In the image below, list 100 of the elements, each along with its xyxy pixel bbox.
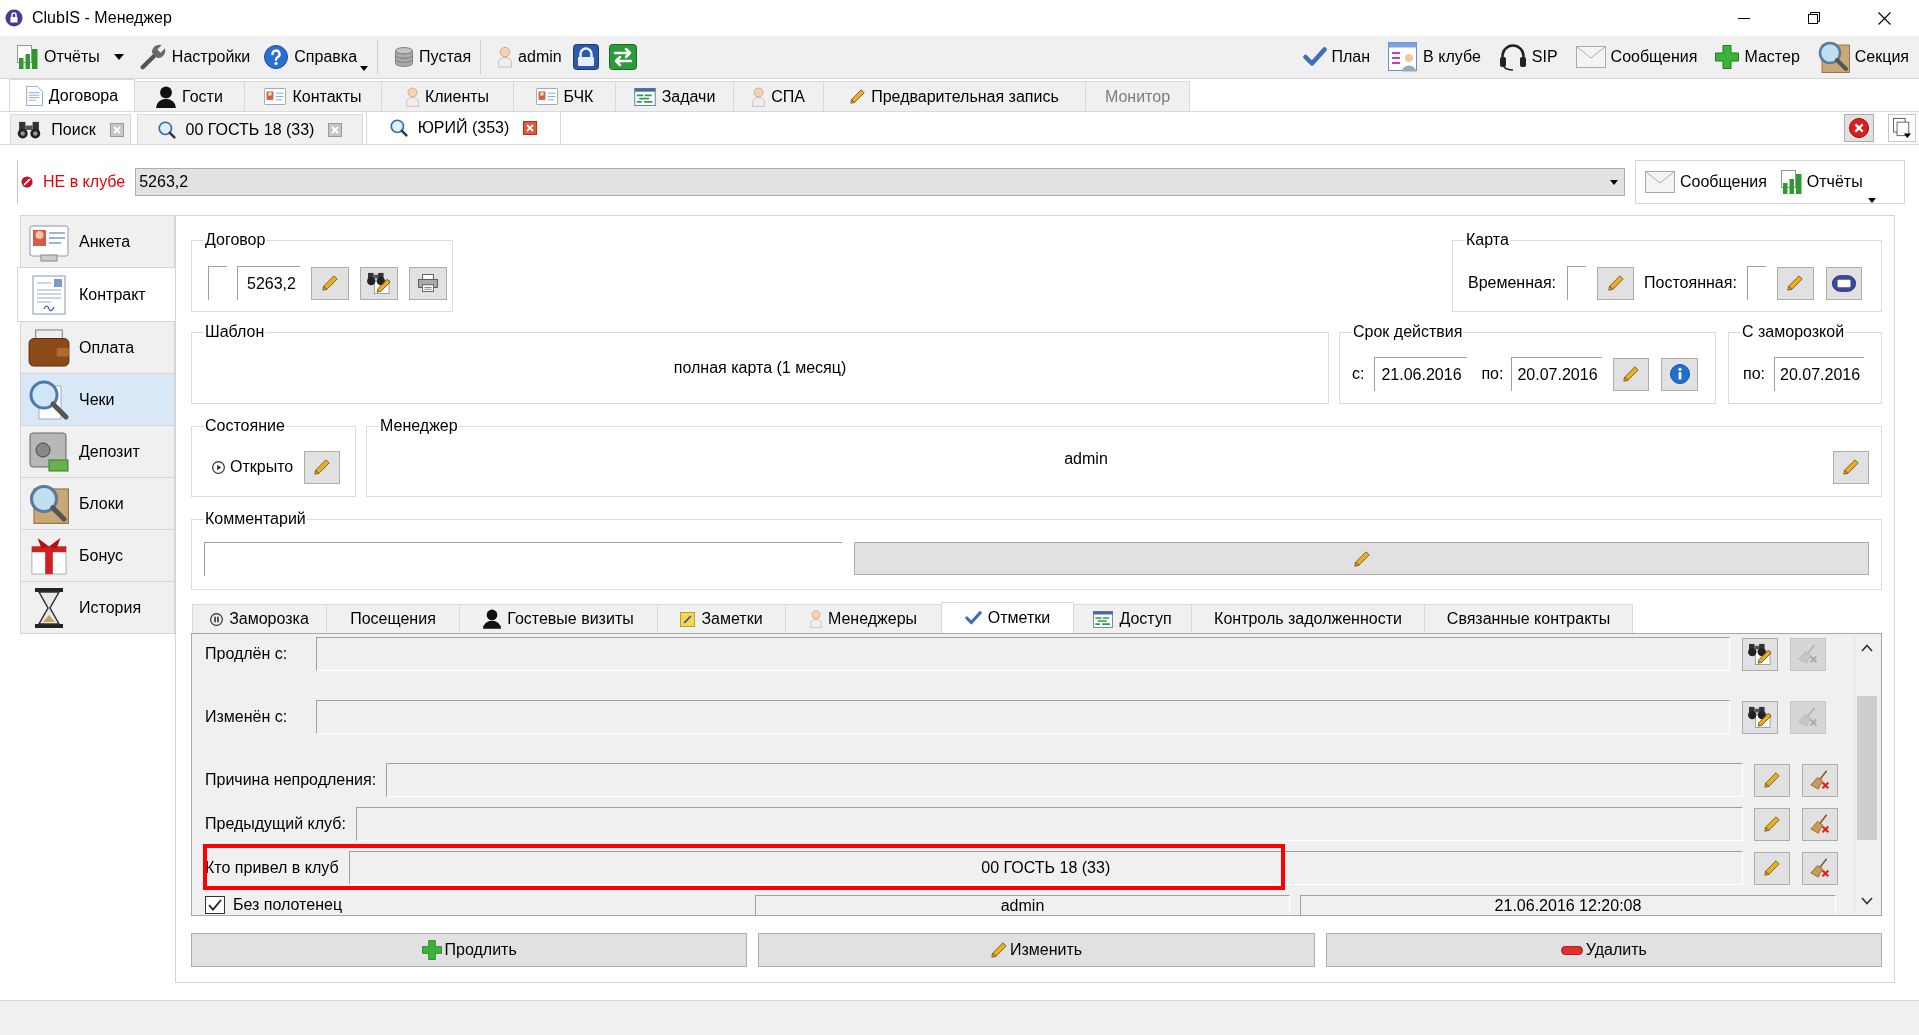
search-button[interactable] [1742, 637, 1778, 671]
state-value: Открыто [230, 458, 294, 476]
clear-button[interactable] [1802, 763, 1838, 797]
input-field[interactable] [386, 763, 1743, 797]
tab[interactable]: Задачи [615, 81, 734, 111]
search-button[interactable] [1742, 700, 1778, 734]
close-tab-button[interactable] [109, 122, 124, 137]
field-label: Причина непродления: [205, 771, 377, 789]
tab[interactable]: Заметки [657, 604, 786, 633]
toolbar-button[interactable]: Мастер [1715, 40, 1800, 74]
window-list-button[interactable] [1888, 114, 1916, 142]
tab[interactable]: Гостевые визиты [459, 604, 658, 633]
date-field[interactable]: 20.07.2016 [1774, 357, 1864, 391]
toolbar-button[interactable]: SIP [1498, 40, 1558, 74]
minimize-icon [1738, 17, 1750, 19]
clear-button[interactable] [1802, 807, 1838, 841]
tab[interactable]: Гости [134, 81, 245, 111]
close-all-button[interactable] [1844, 114, 1874, 142]
tab[interactable]: Менеджеры [785, 604, 942, 633]
date-field[interactable]: 20.07.2016 [1511, 357, 1603, 391]
pencil-icon [990, 942, 1007, 958]
search-icon [389, 119, 408, 137]
edit-button[interactable] [1613, 357, 1650, 391]
toolbar-button[interactable]: Пустая [392, 40, 475, 74]
edit-button[interactable] [1597, 266, 1635, 300]
sidebar-item[interactable]: Депозит [20, 425, 175, 478]
task-list-icon [1093, 610, 1114, 628]
tab[interactable]: Посещения [326, 604, 460, 633]
tab[interactable]: Контакты [244, 81, 382, 111]
action-button[interactable]: Удалить [1325, 933, 1882, 967]
tab[interactable]: Связанные контракты [1424, 604, 1633, 633]
sidebar-item[interactable]: Бонус [20, 529, 175, 582]
close-tab-button[interactable] [328, 122, 343, 137]
edit-button[interactable] [1833, 450, 1869, 484]
sidebar-item[interactable]: Анкета [20, 215, 175, 268]
date-field[interactable]: 21.06.2016 [1374, 357, 1468, 391]
scrollbar-thumb[interactable] [1856, 696, 1877, 840]
tab[interactable]: БЧК [513, 81, 616, 111]
minus-icon [1560, 945, 1583, 955]
tab[interactable]: Контроль задолженности [1191, 604, 1425, 633]
edit-button[interactable] [304, 450, 341, 484]
edit-button[interactable] [1776, 266, 1814, 300]
tab[interactable]: Заморозка [192, 604, 327, 633]
card-button[interactable] [1825, 266, 1862, 300]
edit-button[interactable] [1754, 763, 1790, 797]
edit-button[interactable] [1754, 851, 1790, 885]
tab[interactable]: СПА [733, 81, 824, 111]
document-tab[interactable]: Поиск [10, 114, 131, 144]
toolbar-button[interactable]: Секция [1817, 40, 1909, 74]
tab[interactable]: Предварительная запись [823, 81, 1086, 111]
no-entry-icon [21, 176, 33, 188]
pencil-icon [850, 89, 866, 104]
tab[interactable]: Доступ [1073, 604, 1192, 633]
input-field[interactable] [316, 700, 1730, 734]
windows-icon [1893, 118, 1911, 138]
checkbox[interactable] [205, 896, 225, 914]
document-tab[interactable]: ЮРИЙ (353) [366, 111, 561, 144]
info-button[interactable] [1661, 357, 1699, 391]
tab[interactable]: Договора [9, 79, 135, 111]
sidebar-item[interactable]: Оплата [20, 321, 175, 374]
sidebar-item[interactable]: Контракт [17, 267, 175, 322]
toolbar-button[interactable]: Настройки [136, 40, 254, 74]
toolbar-button[interactable]: Отчёты [14, 40, 103, 74]
close-icon [328, 122, 343, 137]
toolbar-button[interactable]: Отчёты [1780, 165, 1876, 199]
document-tab[interactable]: 00 ГОСТЬ 18 (33) [137, 114, 363, 144]
pencil-icon [1607, 275, 1624, 291]
toolbar-button[interactable]: Сообщения [1575, 40, 1698, 74]
toolbar-button[interactable]: admin [495, 40, 565, 74]
clear-button[interactable] [1802, 851, 1838, 885]
group-title: Шаблон [204, 323, 266, 341]
document-icon [32, 274, 66, 315]
toolbar-button[interactable]: План [1302, 40, 1371, 74]
plus-icon [421, 940, 442, 960]
toolbar-button[interactable]: Справка [261, 40, 372, 74]
input-field[interactable]: 00 ГОСТЬ 18 (33) [348, 851, 1743, 885]
close-tab-button[interactable] [523, 121, 538, 135]
toolbar-button[interactable]: В клубе [1388, 40, 1481, 74]
input-field[interactable] [355, 807, 1743, 841]
tab[interactable]: Клиенты [381, 81, 514, 111]
number-field[interactable]: 5263,2 [237, 266, 300, 300]
print-button[interactable] [409, 266, 447, 300]
action-button[interactable]: Изменить [758, 933, 1315, 967]
document-icon [25, 85, 43, 106]
edit-button[interactable] [311, 266, 349, 300]
broom-icon [1798, 644, 1818, 664]
scrollbar[interactable] [1854, 636, 1878, 913]
sidebar-item[interactable]: История [20, 581, 175, 634]
sidebar-item[interactable]: Чеки [20, 373, 175, 426]
broom-icon [1810, 770, 1830, 790]
contract-dropdown[interactable]: 5263,2 [135, 168, 1625, 196]
id-card-icon [264, 88, 287, 105]
input-field[interactable] [316, 637, 1730, 671]
binoculars-icon [367, 272, 391, 294]
field-label: Изменён с: [205, 708, 289, 726]
sidebar-item[interactable]: Блоки [20, 477, 175, 530]
toolbar-button[interactable]: Сообщения [1645, 165, 1767, 199]
search-button[interactable] [360, 266, 398, 300]
edit-button[interactable] [1754, 807, 1790, 841]
action-button[interactable]: Продлить [191, 933, 748, 967]
